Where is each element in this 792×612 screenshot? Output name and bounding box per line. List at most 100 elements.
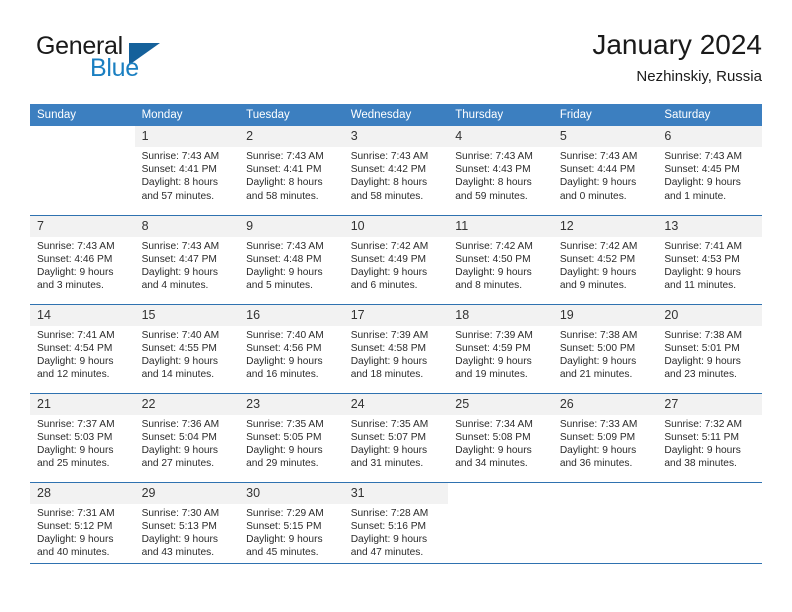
calendar-day-cell[interactable]: 1 Sunrise: 7:43 AM Sunset: 4:41 PM Daylight… <box>134 126 240 215</box>
day-details: Sunrise: 7:39 AM Sunset: 4:58 PM Daylight:… <box>344 326 449 382</box>
day-cell-inner: 22 Sunrise: 7:36 AM Sunset: 5:04 PM Dayligh… <box>134 393 240 482</box>
day-sunset-text: Sunset: 5:04 PM <box>141 431 217 443</box>
day-cell-inner: 20 Sunrise: 7:38 AM Sunset: 5:01 PM Dayligh… <box>657 304 762 393</box>
day-number <box>30 126 135 147</box>
day-daylight-cont-text: and 21 minutes. <box>559 369 633 381</box>
calendar-day-cell[interactable]: 18 Sunrise: 7:39 AM Sunset: 4:59 PM Dayligh… <box>448 303 553 393</box>
day-daylight-cont-text: and 27 minutes. <box>141 458 215 470</box>
calendar-day-cell[interactable]: 17 Sunrise: 7:39 AM Sunset: 4:58 PM Dayligh… <box>343 303 449 393</box>
calendar-day-cell[interactable]: 25 Sunrise: 7:34 AM Sunset: 5:08 PM Dayligh… <box>448 392 553 482</box>
day-sunrise-text: Sunrise: 7:38 AM <box>664 329 742 341</box>
day-daylight-cont-text: and 29 minutes. <box>246 458 319 470</box>
day-number: 19 <box>552 304 658 326</box>
day-cell-inner: 3 Sunrise: 7:43 AM Sunset: 4:42 PM Daylight… <box>343 126 449 215</box>
calendar-day-cell[interactable]: 28 Sunrise: 7:31 AM Sunset: 5:12 PM Dayligh… <box>30 481 135 572</box>
day-number: 17 <box>343 304 449 326</box>
day-daylight-text: Daylight: 9 hours <box>141 266 219 278</box>
day-cell-inner: 15 Sunrise: 7:40 AM Sunset: 4:55 PM Dayligh… <box>134 304 240 393</box>
day-sunrise-text: Sunrise: 7:30 AM <box>141 507 220 519</box>
day-number: 28 <box>30 482 135 504</box>
day-sunrise-text: Sunrise: 7:36 AM <box>141 418 220 430</box>
day-details: Sunrise: 7:32 AM Sunset: 5:11 PM Daylight:… <box>657 415 762 471</box>
day-number: 14 <box>30 304 135 326</box>
calendar-cell-empty <box>448 481 553 571</box>
day-number: 20 <box>657 304 762 326</box>
calendar-day-cell[interactable]: 10 Sunrise: 7:42 AM Sunset: 4:49 PM Dayligh… <box>343 214 449 304</box>
calendar-day-cell[interactable]: 7 Sunrise: 7:43 AM Sunset: 4:46 PM Daylight… <box>30 214 135 304</box>
calendar-week-row: 14 Sunrise: 7:41 AM Sunset: 4:54 PM Dayligh… <box>30 303 762 393</box>
calendar-day-cell[interactable]: 13 Sunrise: 7:41 AM Sunset: 4:53 PM Dayligh… <box>657 214 762 304</box>
calendar-day-cell[interactable]: 6 Sunrise: 7:43 AM Sunset: 4:45 PM Daylight… <box>657 126 762 215</box>
day-number: 6 <box>657 126 762 147</box>
day-daylight-cont-text: and 19 minutes. <box>455 369 528 381</box>
day-daylight-text: Daylight: 9 hours <box>37 355 114 367</box>
day-sunset-text: Sunset: 5:15 PM <box>246 520 322 532</box>
calendar-day-cell[interactable]: 12 Sunrise: 7:42 AM Sunset: 4:52 PM Dayligh… <box>552 214 658 304</box>
calendar-day-cell[interactable]: 24 Sunrise: 7:35 AM Sunset: 5:07 PM Dayligh… <box>343 392 449 482</box>
calendar-day-cell[interactable]: 30 Sunrise: 7:29 AM Sunset: 5:15 PM Dayligh… <box>239 481 344 572</box>
title-block: January 2024 Nezhinskiy, Russia <box>592 28 762 88</box>
day-daylight-cont-text: and 6 minutes. <box>350 280 418 292</box>
calendar-day-cell[interactable]: 14 Sunrise: 7:41 AM Sunset: 4:54 PM Dayligh… <box>30 303 135 393</box>
day-sunset-text: Sunset: 5:09 PM <box>559 431 636 443</box>
calendar-day-cell[interactable]: 2 Sunrise: 7:43 AM Sunset: 4:41 PM Daylight… <box>239 126 344 215</box>
calendar-day-cell[interactable]: 8 Sunrise: 7:43 AM Sunset: 4:47 PM Daylight… <box>134 214 240 304</box>
calendar-day-cell[interactable]: 23 Sunrise: 7:35 AM Sunset: 5:05 PM Dayligh… <box>239 392 344 482</box>
day-daylight-cont-text: and 58 minutes. <box>350 190 424 202</box>
day-details: Sunrise: 7:43 AM Sunset: 4:45 PM Daylight:… <box>657 147 762 203</box>
day-sunset-text: Sunset: 5:05 PM <box>246 431 322 443</box>
day-details: Sunrise: 7:33 AM Sunset: 5:09 PM Daylight:… <box>553 415 658 471</box>
calendar-day-cell[interactable]: 20 Sunrise: 7:38 AM Sunset: 5:01 PM Dayligh… <box>657 303 762 393</box>
day-number: 15 <box>134 304 240 326</box>
calendar-day-cell[interactable]: 4 Sunrise: 7:43 AM Sunset: 4:43 PM Daylight… <box>448 126 553 215</box>
day-cell-inner: 10 Sunrise: 7:42 AM Sunset: 4:49 PM Dayligh… <box>343 215 449 304</box>
calendar-day-cell[interactable]: 9 Sunrise: 7:43 AM Sunset: 4:48 PM Daylight… <box>239 214 344 304</box>
calendar-day-cell[interactable]: 11 Sunrise: 7:42 AM Sunset: 4:50 PM Dayligh… <box>448 214 553 304</box>
calendar-day-cell[interactable]: 5 Sunrise: 7:43 AM Sunset: 4:44 PM Daylight… <box>552 126 658 215</box>
day-cell-inner: 28 Sunrise: 7:31 AM Sunset: 5:12 PM Dayligh… <box>30 482 135 572</box>
calendar-day-cell[interactable]: 19 Sunrise: 7:38 AM Sunset: 5:00 PM Dayligh… <box>552 303 658 393</box>
day-sunrise-text: Sunrise: 7:42 AM <box>455 240 533 252</box>
day-daylight-text: Daylight: 9 hours <box>37 533 114 545</box>
day-daylight-cont-text: and 5 minutes. <box>246 280 313 292</box>
day-cell-inner: 27 Sunrise: 7:32 AM Sunset: 5:11 PM Dayligh… <box>657 393 762 482</box>
brand-logo[interactable]: General Blue <box>30 32 260 92</box>
day-daylight-cont-text: and 40 minutes. <box>37 547 110 559</box>
day-details: Sunrise: 7:40 AM Sunset: 4:56 PM Daylight:… <box>239 326 344 382</box>
day-sunrise-text: Sunrise: 7:40 AM <box>141 329 220 341</box>
day-number: 22 <box>134 393 240 415</box>
day-daylight-cont-text: and 11 minutes. <box>664 280 737 292</box>
calendar-day-cell[interactable]: 3 Sunrise: 7:43 AM Sunset: 4:42 PM Daylight… <box>343 126 449 215</box>
day-cell-inner: 30 Sunrise: 7:29 AM Sunset: 5:15 PM Dayligh… <box>239 482 344 572</box>
calendar-day-cell[interactable]: 15 Sunrise: 7:40 AM Sunset: 4:55 PM Dayligh… <box>134 303 240 393</box>
day-daylight-cont-text: and 16 minutes. <box>246 369 319 381</box>
calendar-day-cell[interactable]: 21 Sunrise: 7:37 AM Sunset: 5:03 PM Dayligh… <box>30 392 135 482</box>
day-daylight-cont-text: and 43 minutes. <box>141 547 215 559</box>
day-details: Sunrise: 7:29 AM Sunset: 5:15 PM Daylight:… <box>239 504 344 560</box>
calendar-day-cell[interactable]: 31 Sunrise: 7:28 AM Sunset: 5:16 PM Dayligh… <box>343 481 449 571</box>
day-cell-inner: 5 Sunrise: 7:43 AM Sunset: 4:44 PM Daylight… <box>552 126 658 215</box>
day-sunset-text: Sunset: 4:52 PM <box>559 253 636 265</box>
weekday-header-thursday: Thursday <box>448 104 553 126</box>
day-sunset-text: Sunset: 4:45 PM <box>664 164 740 176</box>
day-daylight-cont-text: and 14 minutes. <box>141 369 215 381</box>
day-sunrise-text: Sunrise: 7:34 AM <box>455 418 533 430</box>
day-daylight-text: Daylight: 9 hours <box>141 444 219 456</box>
calendar-day-cell[interactable]: 16 Sunrise: 7:40 AM Sunset: 4:56 PM Dayligh… <box>239 303 344 393</box>
day-daylight-text: Daylight: 9 hours <box>350 444 428 456</box>
day-daylight-text: Daylight: 9 hours <box>559 266 637 278</box>
day-details: Sunrise: 7:43 AM Sunset: 4:43 PM Daylight:… <box>448 147 553 203</box>
day-sunset-text: Sunset: 5:01 PM <box>664 342 740 354</box>
day-daylight-cont-text: and 34 minutes. <box>455 458 528 470</box>
day-cell-inner: 9 Sunrise: 7:43 AM Sunset: 4:48 PM Daylight… <box>239 215 344 304</box>
day-number: 21 <box>30 393 135 415</box>
calendar-day-cell[interactable]: 27 Sunrise: 7:32 AM Sunset: 5:11 PM Dayligh… <box>657 392 762 482</box>
page-title: January 2024 <box>592 29 762 60</box>
weekday-header-monday: Monday <box>134 104 240 126</box>
calendar-table: Sunday Monday Tuesday Wednesday Thursday… <box>30 104 762 571</box>
day-cell-inner: 2 Sunrise: 7:43 AM Sunset: 4:41 PM Daylight… <box>239 126 344 215</box>
calendar-day-cell[interactable]: 22 Sunrise: 7:36 AM Sunset: 5:04 PM Dayligh… <box>134 392 240 482</box>
calendar-day-cell[interactable]: 26 Sunrise: 7:33 AM Sunset: 5:09 PM Dayligh… <box>552 392 658 482</box>
calendar-day-cell[interactable]: 29 Sunrise: 7:30 AM Sunset: 5:13 PM Dayligh… <box>134 481 240 571</box>
page-header: General Blue January 2024 Nezhinskiy, Ru… <box>30 28 762 100</box>
